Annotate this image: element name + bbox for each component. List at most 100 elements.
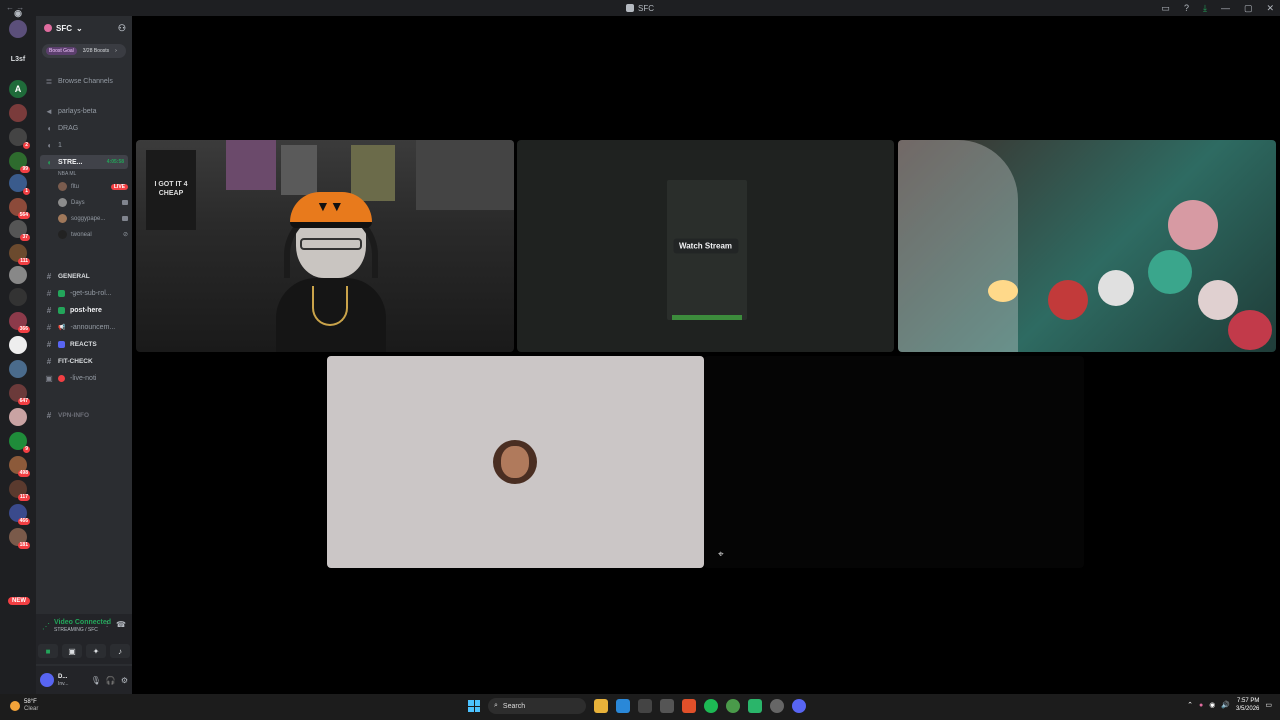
close-button[interactable]: ✕ bbox=[1266, 3, 1274, 14]
server-icon[interactable]: 366 bbox=[9, 312, 30, 333]
server-icon[interactable]: 111 bbox=[9, 244, 30, 265]
discord-home-icon[interactable]: ◉ bbox=[9, 4, 27, 22]
file-explorer-icon[interactable] bbox=[594, 699, 608, 713]
streamer: ▼▼ bbox=[276, 192, 386, 352]
microphone-tray-icon[interactable]: ● bbox=[1199, 702, 1203, 709]
weather-widget[interactable]: 58°F Clear bbox=[10, 699, 38, 713]
channel-reacts[interactable]: # REACTS bbox=[36, 337, 132, 351]
server-icon[interactable] bbox=[9, 266, 27, 284]
server-icon[interactable] bbox=[9, 104, 27, 122]
app-icon[interactable] bbox=[748, 699, 762, 713]
server-icon[interactable]: 498 bbox=[9, 456, 30, 477]
channel-post-here[interactable]: # post-here bbox=[36, 303, 132, 317]
channel-one[interactable]: ◖ 1 bbox=[36, 138, 132, 152]
soundboard-button[interactable]: ♪ bbox=[110, 644, 130, 658]
server-icon[interactable]: 466 bbox=[9, 504, 30, 525]
channel-drag[interactable]: ◖ DRAG bbox=[36, 121, 132, 135]
brave-icon[interactable] bbox=[682, 699, 696, 713]
video-tile-stream[interactable]: Watch Stream bbox=[517, 140, 894, 352]
guild-header[interactable]: SFC ⌄ ⚇ bbox=[36, 16, 132, 40]
headphones-icon[interactable]: 🎧 bbox=[106, 676, 116, 685]
camera-icon bbox=[122, 216, 128, 221]
server-icon[interactable]: 2 bbox=[9, 128, 30, 149]
disconnect-icon[interactable]: ☎ bbox=[116, 620, 126, 630]
signal-icon[interactable]: ⋰ bbox=[42, 622, 50, 631]
channel-fit-check[interactable]: # FIT-CHECK bbox=[36, 354, 132, 368]
mention-badge: 1 bbox=[23, 188, 30, 195]
search-box[interactable]: ⌕ Search bbox=[488, 698, 586, 714]
camera-button[interactable]: ■ bbox=[38, 644, 58, 658]
video-tile-webcam-2[interactable] bbox=[898, 140, 1276, 352]
server-icon[interactable]: 1 bbox=[9, 174, 30, 195]
browse-channels[interactable]: ≣ Browse Channels bbox=[36, 74, 132, 88]
voice-status[interactable]: Video Connected bbox=[54, 618, 111, 627]
server-icon[interactable]: 181 bbox=[9, 528, 30, 549]
server-icon[interactable]: 99 bbox=[9, 152, 30, 173]
user-name[interactable]: D... bbox=[58, 674, 68, 681]
server-icon[interactable] bbox=[9, 20, 27, 38]
server-icon[interactable] bbox=[9, 336, 27, 354]
boost-goal-bar[interactable]: Boost Goal 3/28 Boosts › bbox=[42, 44, 126, 58]
voice-user[interactable]: soggypape... bbox=[58, 212, 128, 225]
server-icon[interactable]: 117 bbox=[9, 480, 30, 501]
channel-live-noti[interactable]: ▣ -live-noti bbox=[36, 371, 132, 385]
date: 3/5/2026 bbox=[1236, 706, 1260, 712]
xbox-icon[interactable] bbox=[638, 699, 652, 713]
channel-parlays[interactable]: ◄ parlays-beta bbox=[36, 104, 132, 118]
stream-subtitle: NBA ML bbox=[58, 167, 128, 180]
channel-vpn-info[interactable]: # VPN-INFO bbox=[36, 408, 132, 422]
wall-poster bbox=[416, 140, 514, 210]
chrome-icon[interactable] bbox=[726, 699, 740, 713]
volume-icon[interactable]: 🔊 bbox=[1221, 701, 1230, 709]
notification-icon[interactable]: ▭ bbox=[1265, 701, 1272, 709]
voice-user[interactable]: Days bbox=[58, 196, 128, 209]
category-general[interactable]: # GENERAL bbox=[36, 269, 132, 283]
voice-channel[interactable]: STREAMING / SFC bbox=[54, 627, 111, 634]
server-icon[interactable] bbox=[9, 288, 27, 306]
server-icon[interactable]: 564 bbox=[9, 198, 30, 219]
spotify-icon[interactable] bbox=[704, 699, 718, 713]
mention-badge: 366 bbox=[17, 326, 30, 333]
video-tile-webcam[interactable]: I GOT IT 4 CHEAP ▼▼ bbox=[136, 140, 514, 352]
time: 7:57 PM bbox=[1237, 698, 1260, 704]
gear-icon[interactable]: ⚙ bbox=[121, 676, 128, 685]
chatgpt-icon[interactable] bbox=[770, 699, 784, 713]
emoji-icon bbox=[58, 306, 65, 314]
hash-icon: # bbox=[46, 339, 52, 349]
server-icon[interactable]: A bbox=[9, 80, 27, 98]
announcement-icon: ◄ bbox=[45, 106, 53, 116]
server-icon[interactable]: 37 bbox=[9, 220, 30, 241]
server-label[interactable]: L3sf bbox=[0, 56, 36, 63]
emoji-icon bbox=[58, 289, 65, 297]
help-icon[interactable]: ? bbox=[1184, 3, 1189, 13]
download-icon[interactable]: ⤓ bbox=[1203, 3, 1207, 14]
microphone-icon[interactable]: 🎙 bbox=[91, 676, 101, 685]
pumpkin-beanie: ▼▼ bbox=[290, 192, 372, 228]
discord-icon[interactable] bbox=[792, 699, 806, 713]
channel-get-sub[interactable]: # -get-sub-rol... bbox=[36, 286, 132, 300]
watch-stream-button[interactable]: Watch Stream bbox=[672, 238, 739, 254]
add-member-icon[interactable]: ⚇ bbox=[118, 23, 126, 34]
channel-announcements[interactable]: # 📢 -announcem... bbox=[36, 320, 132, 334]
server-icon[interactable]: 647 bbox=[9, 384, 30, 405]
voice-user[interactable]: fltu LIVE bbox=[58, 180, 128, 193]
clock[interactable]: 7:57 PM 3/5/2026 bbox=[1236, 697, 1259, 713]
activities-button[interactable]: ✦ bbox=[86, 644, 106, 658]
minimize-button[interactable]: — bbox=[1221, 3, 1230, 13]
inbox-icon[interactable]: ▭ bbox=[1161, 3, 1170, 14]
noise-suppression-icon[interactable]: ⫶ bbox=[106, 620, 108, 630]
server-icon[interactable]: 9 bbox=[9, 432, 30, 453]
video-tile-avatar[interactable] bbox=[327, 356, 704, 568]
server-icon[interactable] bbox=[9, 360, 27, 378]
chevron-up-icon[interactable]: ⌃ bbox=[1187, 701, 1193, 709]
network-icon[interactable]: ◉ bbox=[1209, 701, 1215, 709]
settings-icon[interactable] bbox=[660, 699, 674, 713]
voice-user[interactable]: twoneal ⊘ bbox=[58, 228, 128, 241]
avatar[interactable] bbox=[40, 673, 54, 687]
start-button[interactable] bbox=[468, 700, 480, 712]
maximize-button[interactable]: ▢ bbox=[1244, 3, 1253, 14]
mention-badge: 9 bbox=[23, 446, 30, 453]
telegram-icon[interactable] bbox=[616, 699, 630, 713]
server-icon[interactable] bbox=[9, 408, 27, 426]
share-screen-button[interactable]: ▣ bbox=[62, 644, 82, 658]
